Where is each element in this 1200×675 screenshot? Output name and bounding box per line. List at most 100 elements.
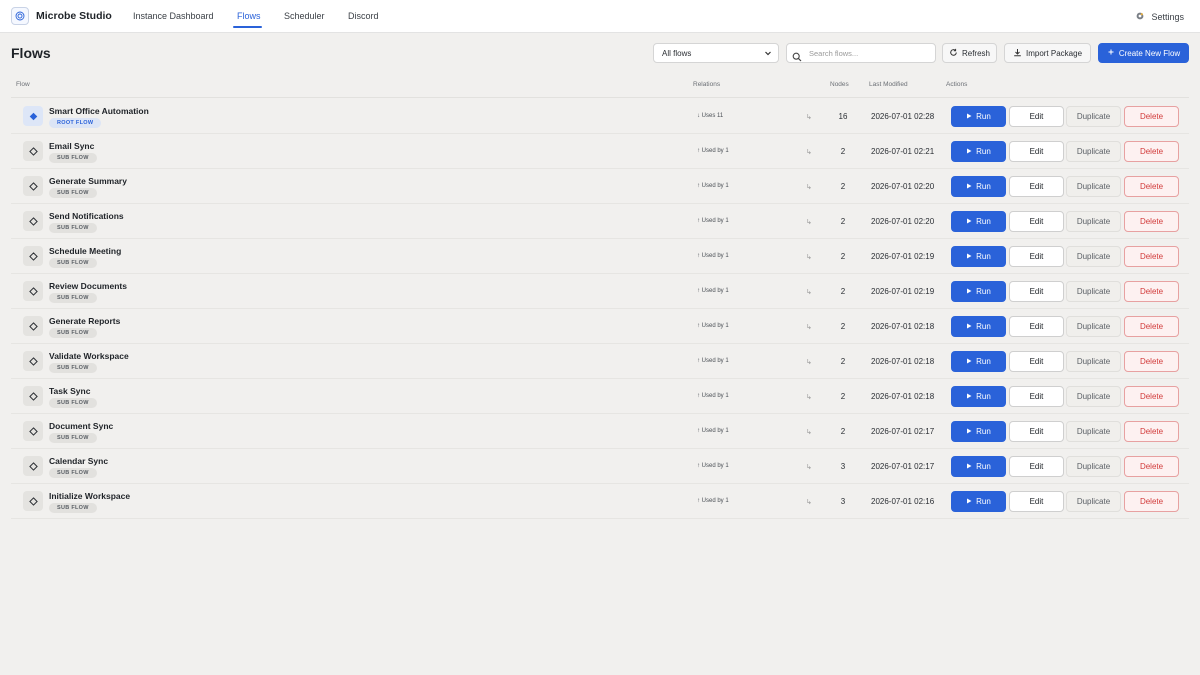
duplicate-button[interactable]: Duplicate [1066, 141, 1121, 162]
nav-instance-dashboard[interactable]: Instance Dashboard [133, 11, 214, 21]
search-input[interactable] [809, 47, 931, 60]
delete-button[interactable]: Delete [1124, 351, 1179, 372]
run-button[interactable]: Run [951, 176, 1006, 197]
edit-button[interactable]: Edit [1009, 281, 1064, 302]
relations-text[interactable]: ↑ Used by 1 [697, 218, 729, 224]
delete-button[interactable]: Delete [1124, 281, 1179, 302]
table-row[interactable]: Generate Reports SUB FLOW ↑ Used by 1 ↳ 2 202… [11, 309, 1189, 344]
create-new-flow-button[interactable]: Create New Flow [1098, 43, 1189, 63]
edit-button[interactable]: Edit [1009, 456, 1064, 477]
run-button[interactable]: Run [951, 281, 1006, 302]
delete-button[interactable]: Delete [1124, 491, 1179, 512]
edit-button[interactable]: Edit [1009, 421, 1064, 442]
relations-text[interactable]: ↑ Used by 1 [697, 498, 729, 504]
last-modified: 2026-07-01 02:20 [871, 182, 935, 191]
delete-button[interactable]: Delete [1124, 456, 1179, 477]
relations-text[interactable]: ↑ Used by 1 [697, 253, 729, 259]
flow-name[interactable]: Email Sync [49, 141, 94, 151]
delete-button[interactable]: Delete [1124, 246, 1179, 267]
relations-text[interactable]: ↑ Used by 1 [697, 358, 729, 364]
delete-button[interactable]: Delete [1124, 106, 1179, 127]
duplicate-button[interactable]: Duplicate [1066, 176, 1121, 197]
run-button[interactable]: Run [951, 456, 1006, 477]
run-button[interactable]: Run [951, 491, 1006, 512]
edit-button[interactable]: Edit [1009, 386, 1064, 407]
run-button[interactable]: Run [951, 386, 1006, 407]
run-button[interactable]: Run [951, 316, 1006, 337]
table-row[interactable]: Validate Workspace SUB FLOW ↑ Used by 1 ↳ 2 2… [11, 344, 1189, 379]
duplicate-button[interactable]: Duplicate [1066, 211, 1121, 232]
table-row[interactable]: Initialize Workspace SUB FLOW ↑ Used by 1 ↳… [11, 484, 1189, 519]
app-logo-icon[interactable] [11, 7, 29, 25]
table-row[interactable]: Smart Office Automation ROOT FLOW ↓ Uses 1… [11, 99, 1189, 134]
table-row[interactable]: Calendar Sync SUB FLOW ↑ Used by 1 ↳ 3 2026-0… [11, 449, 1189, 484]
edit-button[interactable]: Edit [1009, 246, 1064, 267]
flow-name[interactable]: Generate Summary [49, 176, 127, 186]
flow-name[interactable]: Task Sync [49, 386, 90, 396]
table-row[interactable]: Generate Summary SUB FLOW ↑ Used by 1 ↳ 2 202… [11, 169, 1189, 204]
delete-button[interactable]: Delete [1124, 141, 1179, 162]
table-row[interactable]: Task Sync SUB FLOW ↑ Used by 1 ↳ 2 2026-07-01… [11, 379, 1189, 414]
relations-text[interactable]: ↑ Used by 1 [697, 463, 729, 469]
flow-name[interactable]: Generate Reports [49, 316, 120, 326]
relations-text[interactable]: ↑ Used by 1 [697, 323, 729, 329]
run-button[interactable]: Run [951, 141, 1006, 162]
delete-button[interactable]: Delete [1124, 211, 1179, 232]
edit-button[interactable]: Edit [1009, 351, 1064, 372]
duplicate-button[interactable]: Duplicate [1066, 246, 1121, 267]
duplicate-button[interactable]: Duplicate [1066, 281, 1121, 302]
node-count: 2 [840, 217, 846, 226]
flow-name[interactable]: Validate Workspace [49, 351, 129, 361]
table-row[interactable]: Email Sync SUB FLOW ↑ Used by 1 ↳ 2 2026-07-0… [11, 134, 1189, 169]
edit-button[interactable]: Edit [1009, 316, 1064, 337]
play-icon [966, 182, 972, 191]
nav-flows[interactable]: Flows [237, 11, 261, 21]
duplicate-button[interactable]: Duplicate [1066, 316, 1121, 337]
relations-text[interactable]: ↓ Uses 11 [697, 113, 723, 119]
relations-text[interactable]: ↑ Used by 1 [697, 288, 729, 294]
relations-text[interactable]: ↑ Used by 1 [697, 183, 729, 189]
flow-name[interactable]: Schedule Meeting [49, 246, 121, 256]
run-button[interactable]: Run [951, 211, 1006, 232]
delete-button[interactable]: Delete [1124, 316, 1179, 337]
table-row[interactable]: Send Notifications SUB FLOW ↑ Used by 1 ↳ 2 2… [11, 204, 1189, 239]
table-row[interactable]: Review Documents SUB FLOW ↑ Used by 1 ↳ 2 202… [11, 274, 1189, 309]
last-modified: 2026-07-01 02:17 [871, 427, 935, 436]
duplicate-button[interactable]: Duplicate [1066, 421, 1121, 442]
table-row[interactable]: Document Sync SUB FLOW ↑ Used by 1 ↳ 2 2026-0… [11, 414, 1189, 449]
edit-button[interactable]: Edit [1009, 106, 1064, 127]
run-button[interactable]: Run [951, 106, 1006, 127]
duplicate-button[interactable]: Duplicate [1066, 351, 1121, 372]
delete-button[interactable]: Delete [1124, 421, 1179, 442]
flow-name[interactable]: Calendar Sync [49, 456, 108, 466]
flow-name[interactable]: Review Documents [49, 281, 127, 291]
settings-button[interactable]: Settings [1135, 11, 1184, 23]
column-header-actions: Actions [946, 81, 968, 88]
edit-button[interactable]: Edit [1009, 211, 1064, 232]
relations-text[interactable]: ↑ Used by 1 [697, 393, 729, 399]
nav-discord[interactable]: Discord [348, 11, 379, 21]
run-button[interactable]: Run [951, 421, 1006, 442]
duplicate-button[interactable]: Duplicate [1066, 456, 1121, 477]
flow-filter-select[interactable]: All flows [653, 43, 779, 63]
delete-button[interactable]: Delete [1124, 386, 1179, 407]
relations-text[interactable]: ↑ Used by 1 [697, 148, 729, 154]
flow-name[interactable]: Smart Office Automation [49, 106, 149, 116]
table-row[interactable]: Schedule Meeting SUB FLOW ↑ Used by 1 ↳ 2 202… [11, 239, 1189, 274]
duplicate-button[interactable]: Duplicate [1066, 106, 1121, 127]
relations-text[interactable]: ↑ Used by 1 [697, 428, 729, 434]
duplicate-button[interactable]: Duplicate [1066, 491, 1121, 512]
flow-name[interactable]: Send Notifications [49, 211, 124, 221]
nav-scheduler[interactable]: Scheduler [284, 11, 325, 21]
import-package-button[interactable]: Import Package [1004, 43, 1091, 63]
edit-button[interactable]: Edit [1009, 176, 1064, 197]
run-button[interactable]: Run [951, 246, 1006, 267]
refresh-button[interactable]: Refresh [942, 43, 997, 63]
edit-button[interactable]: Edit [1009, 141, 1064, 162]
run-button[interactable]: Run [951, 351, 1006, 372]
flow-name[interactable]: Initialize Workspace [49, 491, 130, 501]
flow-name[interactable]: Document Sync [49, 421, 113, 431]
edit-button[interactable]: Edit [1009, 491, 1064, 512]
delete-button[interactable]: Delete [1124, 176, 1179, 197]
duplicate-button[interactable]: Duplicate [1066, 386, 1121, 407]
